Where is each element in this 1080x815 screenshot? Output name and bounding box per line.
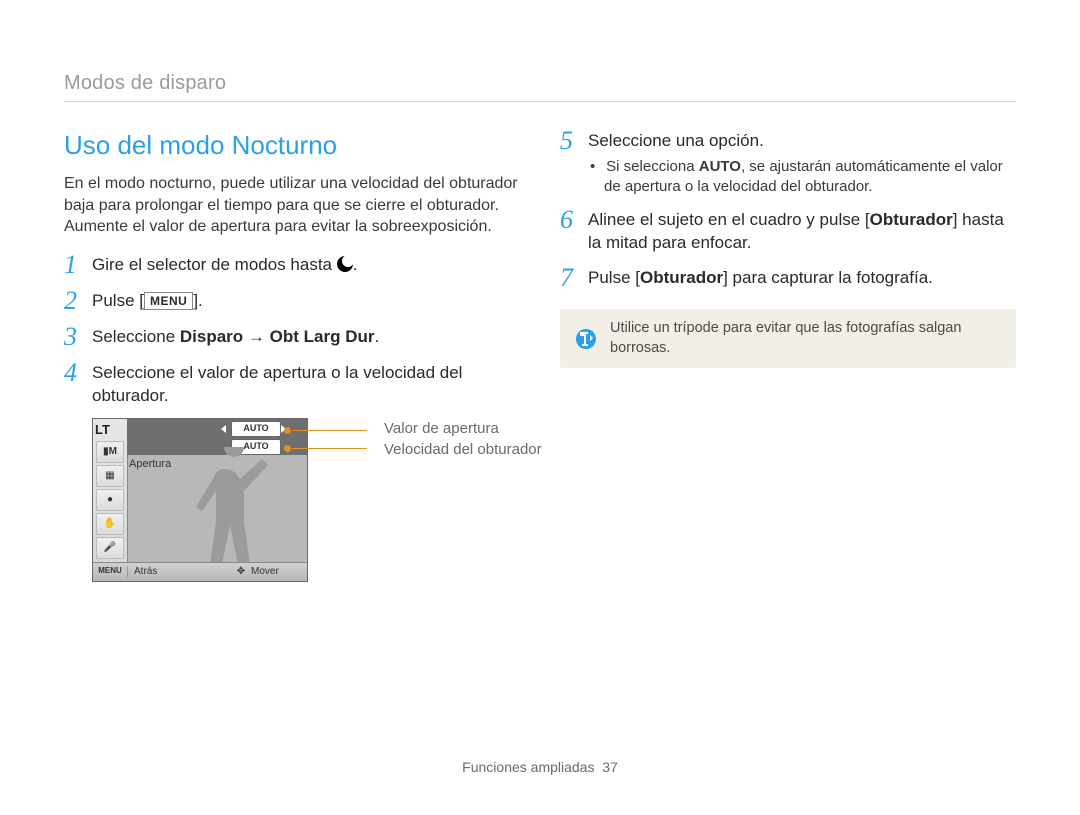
- person-silhouette-icon: [179, 447, 279, 563]
- step-text: .: [374, 327, 379, 346]
- lcd-mode-icon: ▮M: [96, 441, 124, 463]
- step-body: Alinee el sujeto en el cuadro y pulse [O…: [588, 207, 1016, 255]
- breadcrumb-rule: [64, 101, 1016, 102]
- lcd-lt-label: LT: [95, 421, 110, 439]
- footer-label: Funciones ampliadas: [462, 759, 594, 775]
- page-footer: Funciones ampliadas 37: [0, 758, 1080, 777]
- lcd-bullet-icon: ●: [96, 489, 124, 511]
- note-text: Utilice un trípode para evitar que las f…: [610, 319, 1000, 358]
- step-3: 3 Seleccione Disparo → Obt Larg Dur.: [64, 324, 520, 350]
- step-text: Pulse [: [92, 291, 144, 310]
- step-5: 5 Seleccione una opción. • Si selecciona…: [560, 128, 1016, 197]
- lcd-row: LT ▮M ▦ ● ✋ 🎤 AUTO AUTO Apertura: [92, 418, 520, 582]
- bullet-dot: •: [590, 157, 602, 177]
- lcd-left-arrow-icon: [221, 425, 226, 433]
- bullet-bold: AUTO: [699, 158, 741, 175]
- step-4: 4 Seleccione el valor de apertura o la v…: [64, 360, 520, 408]
- step-2: 2 Pulse [MENU].: [64, 288, 520, 314]
- right-column: 5 Seleccione una opción. • Si selecciona…: [560, 128, 1016, 588]
- callout-line: [292, 430, 367, 431]
- callout-aperture: Valor de apertura: [384, 418, 542, 439]
- step-7: 7 Pulse [Obturador] para capturar la fot…: [560, 265, 1016, 291]
- step-text: Gire el selector de modos hasta: [92, 255, 337, 274]
- section-title: Uso del modo Nocturno: [64, 128, 520, 163]
- step-1: 1 Gire el selector de modos hasta .: [64, 252, 520, 278]
- step-bold: Obturador: [640, 268, 723, 287]
- breadcrumb: Modos de disparo: [64, 70, 1016, 97]
- step-body: Seleccione el valor de apertura o la vel…: [92, 360, 520, 408]
- step-number: 2: [64, 288, 92, 314]
- note-icon: [576, 329, 596, 349]
- step-text: ] para capturar la fotografía.: [723, 268, 933, 287]
- step-text: Alinee el sujeto en el cuadro y pulse [: [588, 210, 870, 229]
- step-text: ].: [193, 291, 202, 310]
- step-number: 5: [560, 128, 588, 154]
- lcd-back-label: Atrás: [128, 565, 233, 579]
- step-body: Seleccione Disparo → Obt Larg Dur.: [92, 324, 520, 349]
- lcd-voice-icon: 🎤: [96, 537, 124, 559]
- step-text: Seleccione: [92, 327, 180, 346]
- left-column: Uso del modo Nocturno En el modo nocturn…: [64, 128, 520, 588]
- step-text: Pulse [: [588, 268, 640, 287]
- step-body: Seleccione una opción. • Si selecciona A…: [588, 128, 1016, 197]
- step-bold: Obturador: [870, 210, 953, 229]
- step-body: Pulse [Obturador] para capturar la fotog…: [588, 265, 1016, 290]
- lcd-move-label: Mover: [249, 565, 307, 579]
- lcd-stab-icon: ✋: [96, 513, 124, 535]
- step-number: 6: [560, 207, 588, 233]
- step-bold: Obt Larg Dur: [270, 327, 375, 346]
- step-bold: Disparo: [180, 327, 243, 346]
- lcd-bottombar: MENU Atrás ✥ Mover: [93, 562, 307, 581]
- lcd-nav-icon: ✥: [233, 565, 249, 579]
- callout-shutter: Velocidad del obturador: [384, 439, 542, 460]
- callout-dot: [284, 427, 291, 434]
- steps-left: 1 Gire el selector de modos hasta . 2 Pu…: [64, 252, 520, 408]
- step-number: 1: [64, 252, 92, 278]
- step-number: 3: [64, 324, 92, 350]
- step-body: Gire el selector de modos hasta .: [92, 252, 520, 277]
- camera-lcd: LT ▮M ▦ ● ✋ 🎤 AUTO AUTO Apertura: [92, 418, 308, 582]
- lcd-auto-aperture: AUTO: [231, 421, 281, 437]
- callout-line: [292, 448, 367, 449]
- step-body: Pulse [MENU].: [92, 288, 520, 313]
- lcd-grid-icon: ▦: [96, 465, 124, 487]
- step-text: Seleccione una opción.: [588, 131, 764, 150]
- step-6: 6 Alinee el sujeto en el cuadro y pulse …: [560, 207, 1016, 255]
- two-column-layout: Uso del modo Nocturno En el modo nocturn…: [64, 128, 1016, 588]
- night-mode-icon: [337, 256, 353, 272]
- menu-key: MENU: [144, 292, 193, 310]
- step-number: 4: [64, 360, 92, 386]
- footer-page-number: 37: [602, 759, 618, 775]
- lcd-menu-key: MENU: [93, 566, 128, 577]
- intro-paragraph: En el modo nocturno, puede utilizar una …: [64, 173, 520, 238]
- step-arrow: →: [243, 327, 269, 346]
- lcd-aperture-label: Apertura: [129, 457, 171, 472]
- callout-dot: [284, 445, 291, 452]
- bullet-text: Si selecciona: [606, 158, 699, 175]
- lcd-callouts: Valor de apertura Velocidad del obturado…: [384, 418, 542, 460]
- manual-page: Modos de disparo Uso del modo Nocturno E…: [0, 0, 1080, 815]
- step-sub-bullet: • Si selecciona AUTO, se ajustarán autom…: [588, 157, 1016, 198]
- steps-right: 5 Seleccione una opción. • Si selecciona…: [560, 128, 1016, 291]
- tip-note: Utilice un trípode para evitar que las f…: [560, 309, 1016, 368]
- step-number: 7: [560, 265, 588, 291]
